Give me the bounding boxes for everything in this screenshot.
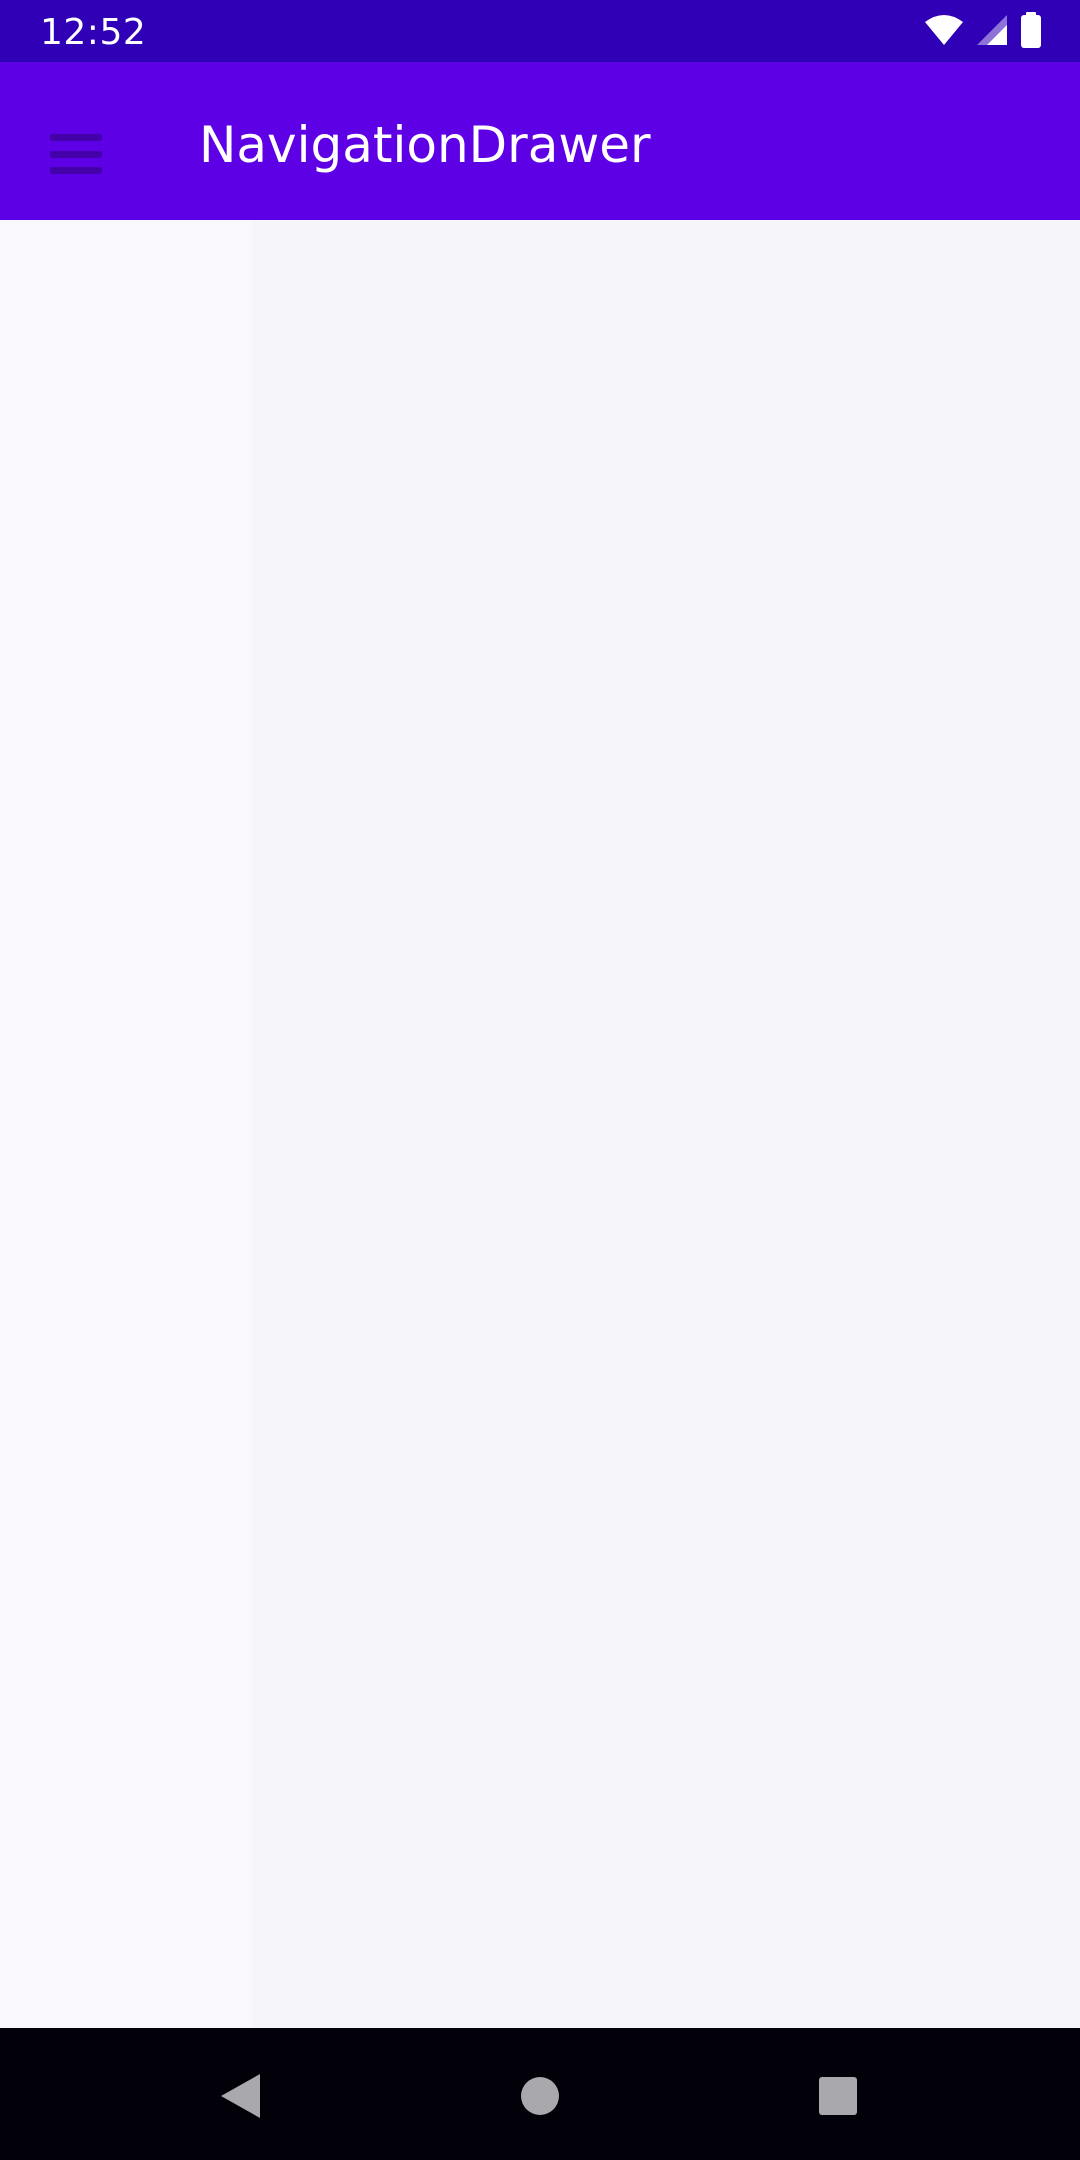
back-button[interactable] [200,2058,280,2138]
status-icons [924,12,1042,52]
back-icon [218,2072,262,2124]
status-time: 12:52 [40,12,147,53]
system-nav-bar [0,2028,1080,2160]
app-title: NavigationDrawer [199,116,651,174]
signal-icon [976,14,1008,50]
content-left-panel [0,220,252,2028]
wifi-icon [924,14,964,50]
menu-button[interactable] [28,106,124,202]
battery-icon [1020,12,1042,52]
recents-button[interactable] [798,2058,878,2138]
app-bar: NavigationDrawer [0,62,1080,220]
recents-icon [818,2076,858,2120]
status-bar: 12:52 [0,0,1080,62]
home-button[interactable] [500,2058,580,2138]
home-icon [520,2076,560,2120]
main-content [0,220,1080,2028]
hamburger-menu-icon [50,134,102,174]
